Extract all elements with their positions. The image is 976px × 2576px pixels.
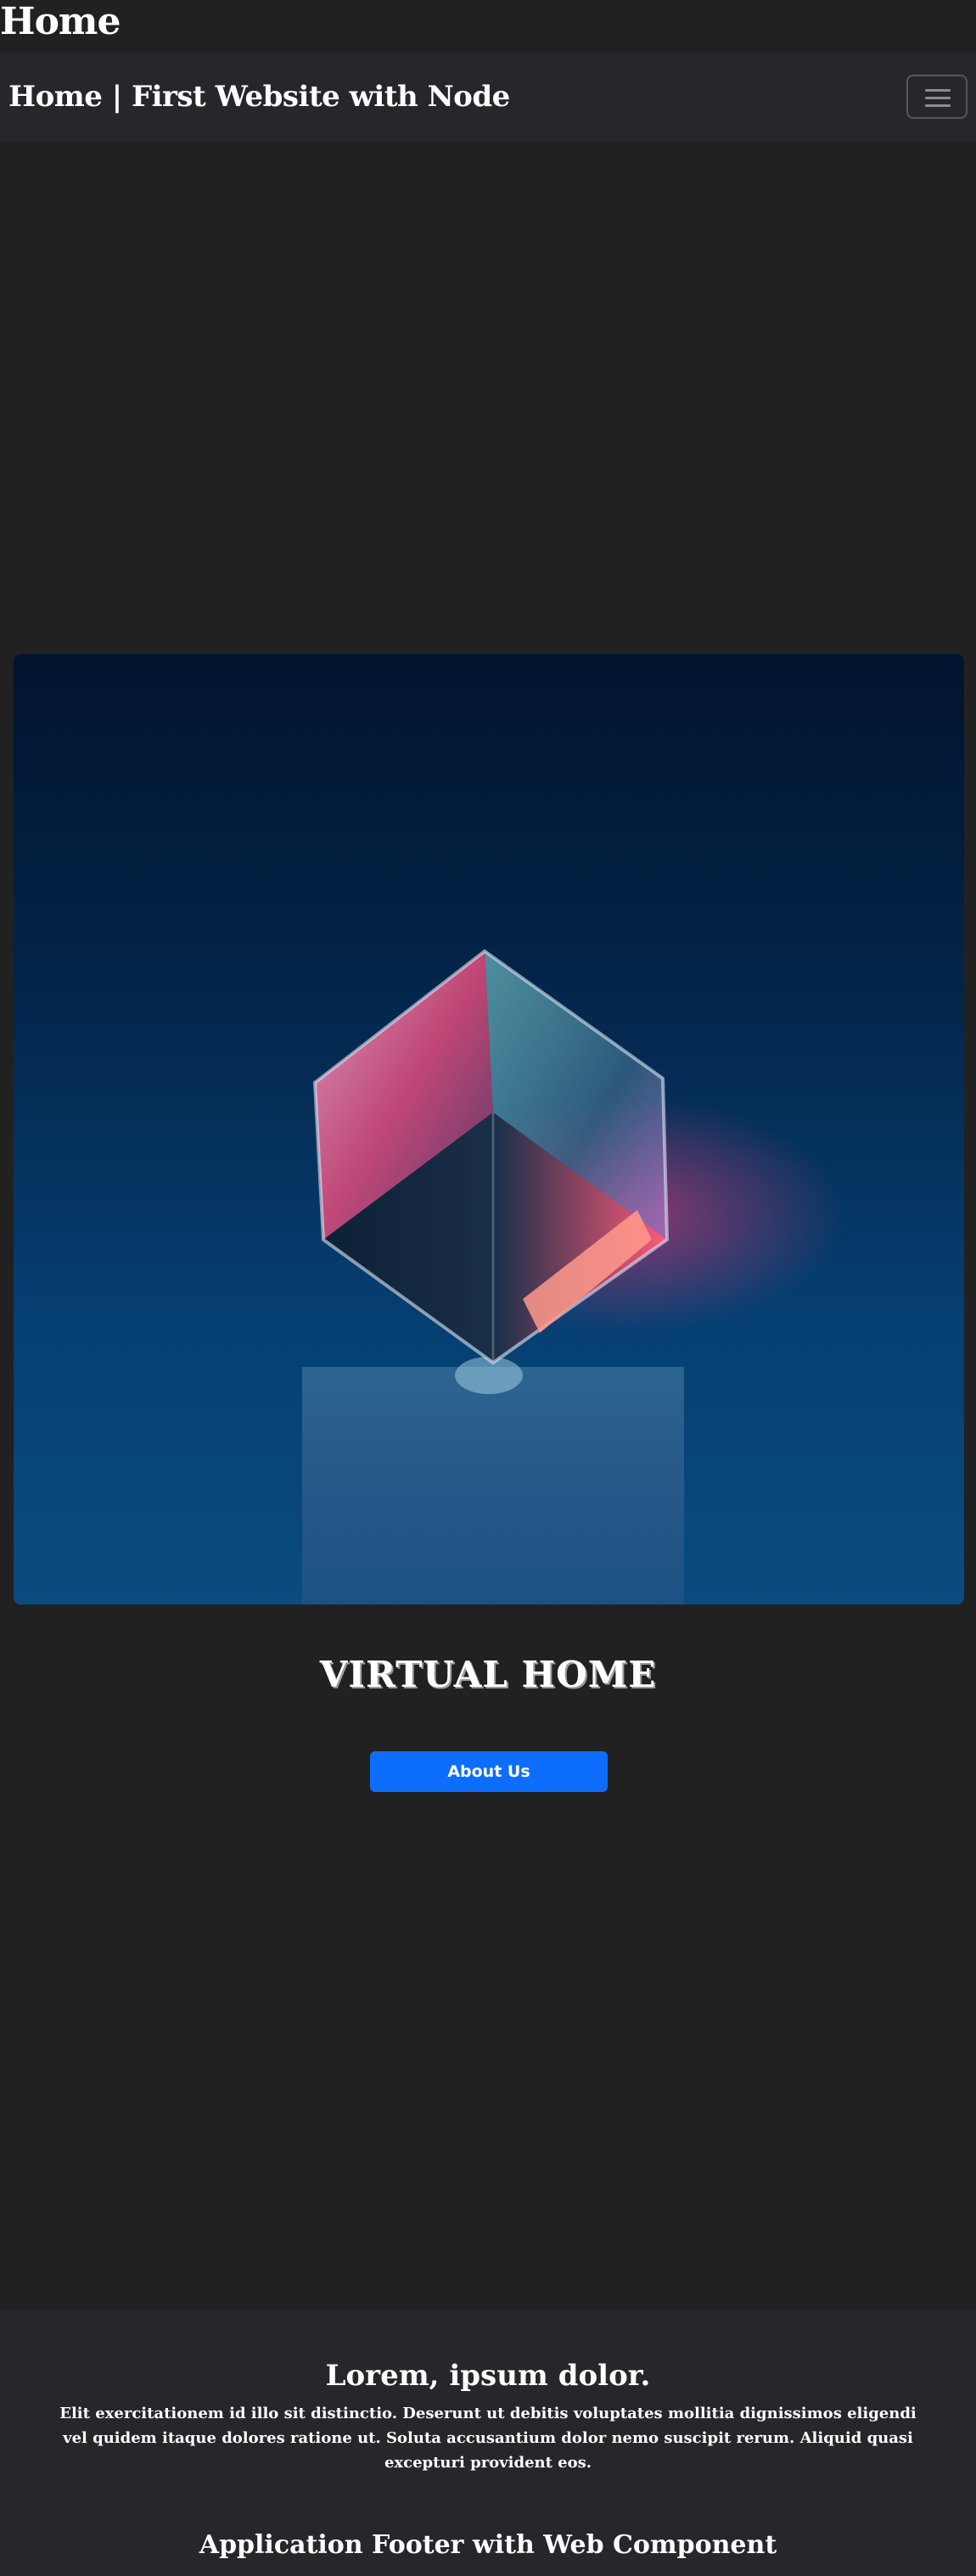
- about-us-button[interactable]: About Us: [370, 1751, 608, 1792]
- footer: Lorem, ipsum dolor. Elit exercitationem …: [0, 2311, 976, 2576]
- footer-heading: Lorem, ipsum dolor.: [325, 2359, 651, 2393]
- navbar: Home | First Website with Node: [0, 53, 976, 141]
- navbar-toggle-button[interactable]: [906, 75, 968, 119]
- hero-image: [14, 654, 964, 1604]
- footer-text: Elit exercitationem id illo sit distinct…: [59, 2405, 917, 2472]
- hero-title: VIRTUAL HOME: [319, 1654, 657, 1695]
- page-heading: Home: [0, 0, 121, 43]
- footer-component-title: Application Footer with Web Component: [199, 2530, 777, 2560]
- navbar-brand[interactable]: Home | First Website with Node: [8, 76, 510, 117]
